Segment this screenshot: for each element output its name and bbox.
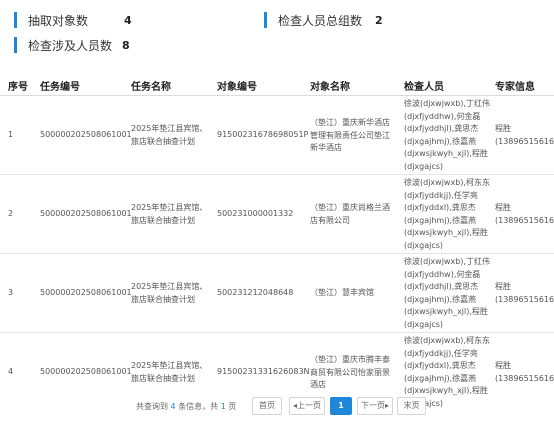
cell-object-no: 91500231678698051P (217, 130, 309, 139)
cell-task-name: 2025年垫江县宾馆、旅店联合抽查计划 (131, 124, 208, 146)
cell-expert: 程胜(13896515616) (495, 124, 554, 146)
table-row: 1 500000202508061001 2025年垫江县宾馆、旅店联合抽查计划… (0, 96, 554, 175)
stat-extracted-objects: 抽取对象数 4 (14, 11, 132, 29)
summary-suffix: 页 (228, 402, 237, 411)
stat-involved-persons: 检查涉及人员数 8 (14, 36, 130, 54)
pagination: 共查询到 4 条信息，共 1 页 首页 ◂上一页 1 下一页▸ 末页 (0, 397, 554, 415)
prev-page-button[interactable]: ◂上一页 (289, 397, 325, 415)
cell-object-no: 91500231331626083N (217, 367, 310, 376)
first-page-button[interactable]: 首页 (252, 397, 282, 415)
stat-value: 8 (122, 38, 130, 52)
cell-task-no: 500000202508061001 (40, 130, 132, 139)
cell-object-no: 500231000001332 (217, 209, 294, 218)
stat-inspector-groups: 检查人员总组数 2 (264, 11, 383, 29)
cell-expert: 程胜(13896515616) (495, 282, 554, 304)
cell-object-name: （垫江）重庆市腾丰泰商贸有限公司怡家丽景酒店 (310, 355, 390, 389)
cell-task-name: 2025年垫江县宾馆、旅店联合抽查计划 (131, 282, 208, 304)
cell-inspectors: 徐波(djxwjwxb),柯东东(djxfjyddkjj),任学亮(djxfjy… (404, 178, 490, 250)
stat-value: 4 (124, 13, 132, 27)
cell-no: 3 (8, 288, 14, 297)
col-header-object-name: 对象名称 (310, 82, 350, 93)
col-header-task-no: 任务编号 (40, 82, 80, 93)
stat-label: 检查涉及人员数 (28, 38, 113, 53)
cell-task-name: 2025年垫江县宾馆、旅店联合抽查计划 (131, 203, 208, 225)
cell-task-no: 500000202508061001 (40, 209, 132, 218)
pagination-summary: 共查询到 4 条信息，共 1 页 (136, 401, 236, 412)
next-page-button[interactable]: 下一页▸ (357, 397, 393, 415)
col-header-no: 序号 (8, 82, 28, 93)
cell-object-name: （垫江）慧丰宾馆 (310, 288, 374, 297)
cell-object-name: （垫江）重庆新华酒店管理有限责任公司垫江新华酒店 (310, 118, 390, 152)
summary-count: 4 (170, 402, 176, 411)
cell-no: 4 (8, 367, 14, 376)
cell-inspectors: 徐波(djxwjwxb),丁红伟(djxfjyddhw),何金磊(djxfjyd… (404, 99, 490, 171)
page-1-button[interactable]: 1 (330, 397, 352, 415)
cell-task-name: 2025年垫江县宾馆、旅店联合抽查计划 (131, 361, 208, 383)
cell-expert: 程胜(13896515616) (495, 203, 554, 225)
cell-expert: 程胜(13896515616) (495, 361, 554, 383)
col-header-inspectors: 检查人员 (404, 82, 444, 93)
cell-no: 2 (8, 209, 14, 218)
table-row: 2 500000202508061001 2025年垫江县宾馆、旅店联合抽查计划… (0, 175, 554, 254)
cell-no: 1 (8, 130, 14, 139)
col-header-task-name: 任务名称 (131, 82, 171, 93)
accent-bar (14, 37, 17, 53)
stat-label: 检查人员总组数 (278, 13, 363, 28)
table-row: 3 500000202508061001 2025年垫江县宾馆、旅店联合抽查计划… (0, 254, 554, 333)
accent-bar (264, 12, 267, 28)
cell-task-no: 500000202508061001 (40, 288, 132, 297)
cell-object-name: （垫江）重庆尚格兰酒店有限公司 (310, 203, 390, 225)
accent-bar (14, 12, 17, 28)
stat-label: 抽取对象数 (28, 13, 89, 28)
summary-prefix: 共查询到 (136, 402, 168, 411)
stat-value: 2 (375, 13, 383, 27)
cell-inspectors: 徐波(djxwjwxb),丁红伟(djxfjyddhw),何金磊(djxfjyd… (404, 257, 490, 329)
summary-mid: 条信息，共 (178, 402, 219, 411)
cell-object-no: 500231212048648 (217, 288, 294, 297)
summary-pages: 1 (220, 402, 226, 411)
table-header: 序号 任务编号 任务名称 对象编号 对象名称 检查人员 专家信息 (0, 72, 554, 96)
cell-task-no: 500000202508061001 (40, 367, 132, 376)
col-header-object-no: 对象编号 (217, 82, 257, 93)
last-page-button[interactable]: 末页 (397, 397, 426, 415)
col-header-expert: 专家信息 (495, 82, 535, 93)
